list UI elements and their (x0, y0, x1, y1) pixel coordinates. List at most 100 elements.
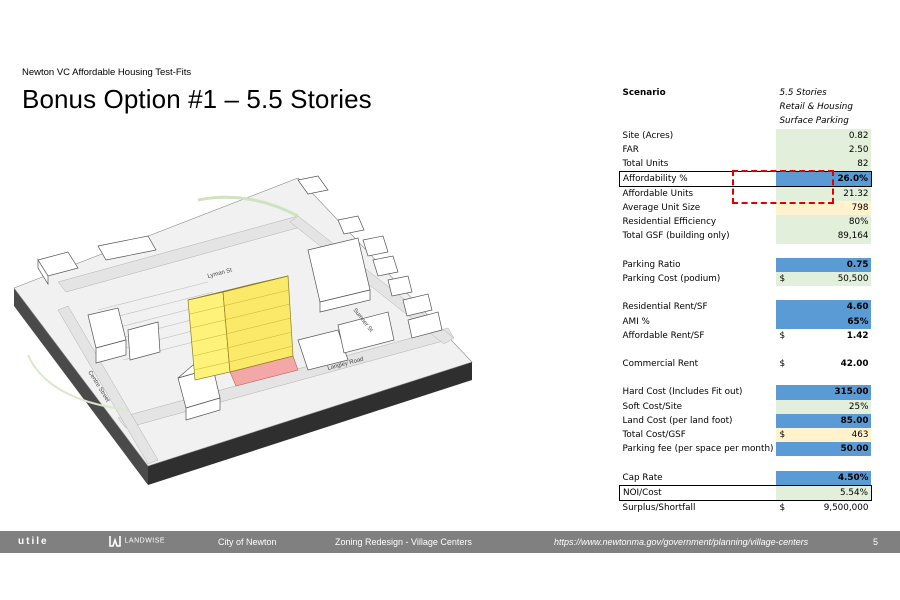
pro-forma-table-body: Scenario 5.5 Stories Retail & Housing Surfa… (619, 86, 872, 515)
row-label: Surplus/Shortfall (622, 502, 696, 513)
row-value-cell: 315.00 (776, 385, 872, 400)
row-label: Total Units (622, 158, 669, 169)
row-label (620, 114, 777, 128)
row-label: AMI % (622, 316, 650, 327)
row-value-cell: Surface Parking (776, 114, 872, 129)
row-value: 4.60 (846, 302, 869, 313)
table-row: NOI/Cost 5.54% (619, 484, 872, 501)
row-value: 5.5 Stories (779, 88, 827, 99)
value-wrap: Surface Parking (779, 114, 868, 128)
row-label: Scenario (622, 88, 666, 99)
footer-bar: utile LANDWISE City of Newton Zoning Red… (0, 531, 900, 553)
table-row: Residential Rent/SF 4.60 (620, 300, 872, 315)
spacer-cell (776, 343, 871, 357)
row-value-cell: 89,164 (776, 229, 872, 244)
value-wrap: 5.54% (779, 486, 868, 499)
table-row: Parking Cost (podium) $50,500 (620, 271, 872, 287)
table-row: AMI % 65% (620, 314, 872, 329)
value-wrap: $463 (779, 428, 868, 442)
row-value: 25% (848, 401, 869, 412)
row-label: Hard Cost (Includes Fit out) (622, 387, 743, 398)
spacer-cell (776, 371, 871, 385)
row-value-cell: 798 (776, 200, 872, 216)
spacer-cell (620, 456, 777, 470)
row-value: 42.00 (840, 359, 869, 370)
table-row: Land Cost (per land foot) 85.00 (620, 413, 872, 428)
currency-prefix: $ (779, 502, 786, 513)
value-wrap: 26.0% (779, 172, 868, 185)
value-wrap: 2.50 (779, 143, 869, 157)
footer-url[interactable]: https://www.newtonma.gov/government/plan… (554, 537, 808, 547)
footer-project: Zoning Redesign - Village Centers (335, 537, 472, 547)
table-row: Cap Rate 4.50% (620, 470, 872, 485)
row-label: Land Cost (per land foot) (622, 415, 733, 426)
row-label: NOI/Cost (619, 484, 777, 501)
table-row: Surface Parking (620, 114, 872, 129)
row-value-cell: $1.42 (776, 328, 872, 343)
row-value-cell: 80% (776, 215, 872, 230)
footer-page-number: 5 (873, 537, 879, 547)
row-label: Total Cost/GSF (622, 430, 686, 441)
table-row: Commercial Rent $42.00 (620, 357, 872, 372)
table-row: Soft Cost/Site 25% (620, 399, 872, 414)
spacer-cell (776, 244, 871, 258)
row-value-cell: 4.60 (776, 300, 872, 315)
row-value: 89,164 (837, 231, 869, 242)
slide-subtitle: Newton VC Affordable Housing Test-Fits (22, 67, 192, 78)
value-wrap: 21.32 (779, 187, 868, 201)
value-wrap: 82 (779, 157, 868, 171)
value-wrap: 5.5 Stories (779, 86, 868, 100)
footer-utile-logo: utile (18, 536, 49, 547)
table-spacer-row (620, 371, 872, 385)
row-value: 315.00 (834, 387, 869, 398)
row-value: 798 (851, 203, 869, 214)
value-wrap: 0.75 (779, 258, 869, 272)
table-spacer-row (620, 343, 872, 357)
value-wrap: 0.82 (779, 129, 869, 143)
value-wrap: 798 (779, 201, 869, 215)
row-value: 1.42 (846, 330, 869, 341)
value-wrap: 4.50% (779, 471, 869, 485)
table-row: Scenario 5.5 Stories (620, 86, 872, 101)
table-row: Average Unit Size 798 (620, 200, 872, 216)
value-wrap: 89,164 (779, 229, 869, 243)
row-value-cell: 65% (776, 314, 872, 329)
row-value: Surface Parking (779, 116, 849, 127)
row-label: FAR (622, 144, 639, 155)
row-label: Average Unit Size (622, 203, 701, 214)
spacer-cell (776, 286, 871, 300)
row-value-cell: $9,500,000 (776, 500, 872, 515)
table-row: Retail & Housing (620, 100, 872, 115)
row-value-cell: 0.82 (776, 128, 872, 143)
row-value: 80% (848, 217, 869, 228)
row-value: 82 (857, 158, 869, 169)
table-row: Affordability % 26.0% (619, 170, 872, 187)
row-label: Residential Rent/SF (622, 302, 708, 313)
row-value: 0.75 (846, 259, 869, 270)
value-wrap: $50,500 (779, 272, 868, 286)
row-value-cell: 26.0% (776, 170, 872, 187)
table-row: Hard Cost (Includes Fit out) 315.00 (620, 385, 872, 400)
row-value: 85.00 (840, 415, 869, 426)
value-wrap: 85.00 (779, 414, 869, 428)
currency-prefix: $ (779, 273, 786, 284)
value-wrap: 25% (779, 400, 869, 414)
table-row: Affordable Units 21.32 (620, 186, 872, 201)
table-row: Parking fee (per space per month) 50.00 (620, 442, 872, 457)
currency-prefix: $ (779, 359, 786, 370)
table-spacer-row (620, 244, 872, 258)
row-value: 50,500 (837, 273, 869, 284)
row-value-cell: 5.54% (776, 484, 872, 501)
value-wrap: Retail & Housing (779, 100, 868, 114)
row-value: Retail & Housing (779, 102, 853, 113)
row-label: Site (Acres) (622, 130, 674, 141)
value-wrap: $42.00 (779, 357, 868, 371)
row-label: Commercial Rent (622, 359, 699, 370)
row-label (620, 100, 777, 114)
row-label: Affordable Units (622, 188, 694, 199)
row-label: Parking Ratio (622, 259, 681, 270)
row-value-cell: 82 (776, 156, 872, 172)
table-row: Total GSF (building only) 89,164 (620, 229, 872, 244)
row-label: Parking Cost (podium) (622, 273, 721, 284)
footer-city: City of Newton (218, 537, 277, 547)
